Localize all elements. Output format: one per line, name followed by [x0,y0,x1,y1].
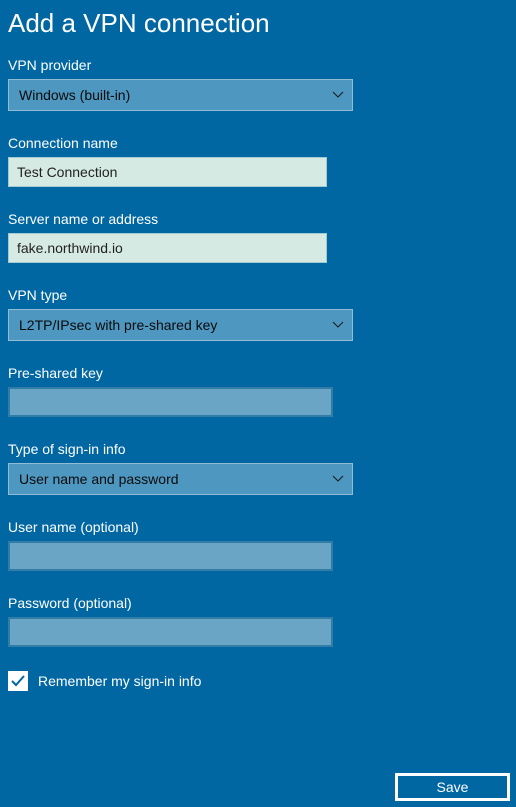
vpn-type-select[interactable]: L2TP/IPsec with pre-shared key [8,309,353,341]
connection-name-label: Connection name [8,135,508,151]
pre-shared-key-label: Pre-shared key [8,365,508,381]
remember-checkbox[interactable] [8,671,28,691]
username-label: User name (optional) [8,519,508,535]
page-title: Add a VPN connection [8,8,508,39]
vpn-type-label: VPN type [8,287,508,303]
vpn-provider-select[interactable]: Windows (built-in) [8,79,353,111]
password-label: Password (optional) [8,595,508,611]
chevron-down-icon [332,475,344,483]
check-icon [10,673,26,689]
sign-in-type-value: User name and password [19,471,179,487]
vpn-type-value: L2TP/IPsec with pre-shared key [19,317,217,333]
server-name-input[interactable] [8,233,327,263]
password-input[interactable] [8,617,333,647]
sign-in-type-select[interactable]: User name and password [8,463,353,495]
connection-name-input[interactable] [8,157,327,187]
chevron-down-icon [332,321,344,329]
save-button[interactable]: Save [395,773,510,801]
sign-in-type-label: Type of sign-in info [8,441,508,457]
username-input[interactable] [8,541,333,571]
vpn-provider-value: Windows (built-in) [19,87,130,103]
server-name-label: Server name or address [8,211,508,227]
chevron-down-icon [332,91,344,99]
vpn-provider-label: VPN provider [8,57,508,73]
remember-label: Remember my sign-in info [38,673,201,689]
pre-shared-key-input[interactable] [8,387,333,417]
